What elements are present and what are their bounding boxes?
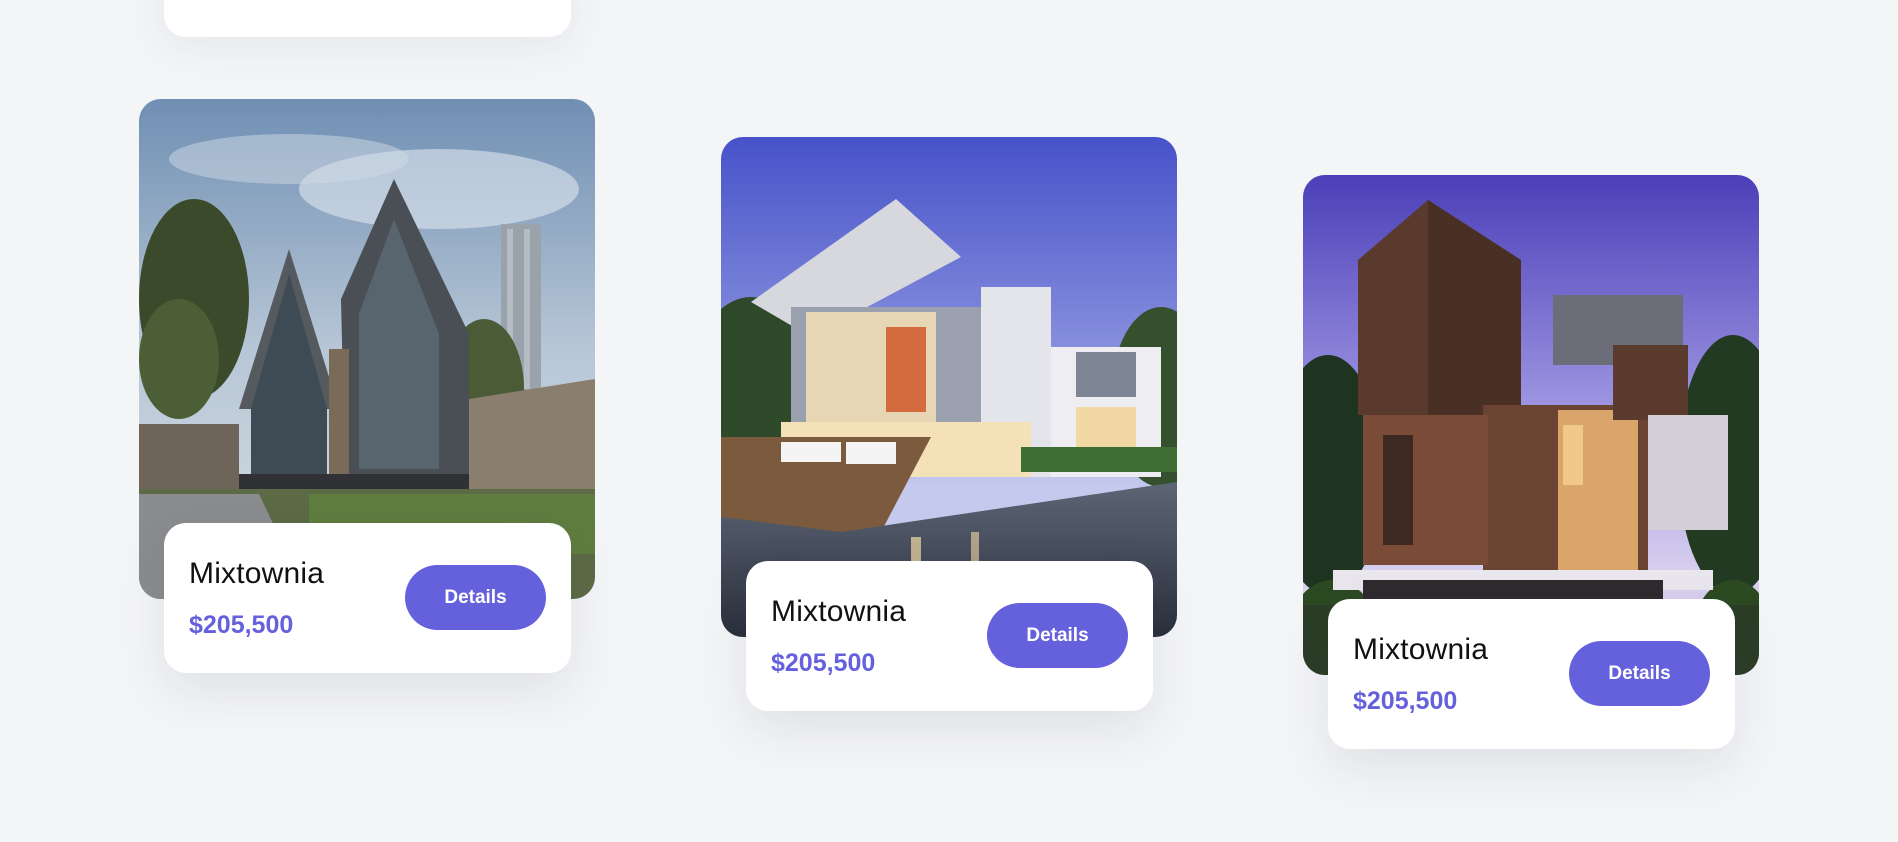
property-title: Mixtownia: [189, 557, 325, 590]
property-price: $205,500: [189, 611, 294, 639]
property-title: Mixtownia: [771, 595, 907, 628]
details-button[interactable]: Details: [1569, 641, 1710, 706]
property-card-3: Mixtownia $205,500 Details: [1303, 175, 1759, 750]
property-card-1: Mixtownia $205,500 Details: [139, 99, 595, 674]
details-button[interactable]: Details: [987, 603, 1128, 668]
details-button[interactable]: Details: [405, 565, 546, 630]
property-price: $205,500: [1353, 687, 1458, 715]
property-info-panel: Mixtownia $205,500 Details: [746, 561, 1153, 711]
property-info-panel: Mixtownia $205,500 Details: [1328, 599, 1735, 749]
property-info-panel: Mixtownia $205,500 Details: [164, 523, 571, 673]
property-title: Mixtownia: [1353, 633, 1489, 666]
property-card-2: Mixtownia $205,500 Details: [721, 137, 1177, 712]
previous-card-info-panel: [164, 0, 571, 37]
property-price: $205,500: [771, 649, 876, 677]
